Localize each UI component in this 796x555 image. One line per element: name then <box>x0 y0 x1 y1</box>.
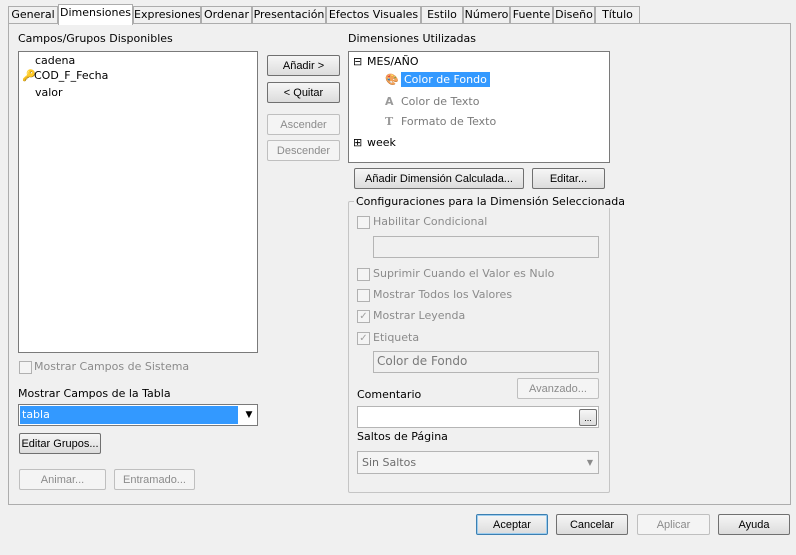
tree-item-label: Formato de Texto <box>401 115 497 128</box>
list-item[interactable]: cadena <box>35 54 75 67</box>
tree-item-label: MES/AÑO <box>367 55 419 68</box>
available-fields-list[interactable]: cadena 🔑COD_F_Fecha valor <box>18 51 258 353</box>
text-format-icon: T <box>385 115 394 128</box>
tree-item-label: week <box>367 136 396 149</box>
tree-item-color-fondo[interactable]: 🎨 Color de Fondo <box>385 72 490 91</box>
chevron-down-icon: ▼ <box>245 410 253 420</box>
tab-estilo[interactable]: Estilo <box>421 6 463 24</box>
tab-diseno[interactable]: Diseño <box>553 6 595 24</box>
tree-item-label: Color de Texto <box>401 95 480 108</box>
show-table-fields-label: Mostrar Campos de la Tabla <box>18 387 171 400</box>
show-system-fields-checkbox[interactable] <box>19 361 32 374</box>
table-select[interactable]: tabla ▼ <box>18 404 258 426</box>
label-field[interactable]: Color de Fondo <box>373 351 599 373</box>
text-color-icon: A <box>385 95 394 108</box>
tree-item-label: Color de Fondo <box>401 72 490 87</box>
table-select-value: tabla <box>20 406 238 424</box>
list-item[interactable]: valor <box>35 86 63 99</box>
move-up-button[interactable]: Ascender <box>267 114 340 135</box>
tree-item-formato-texto[interactable]: T Formato de Texto <box>385 115 496 128</box>
enable-conditional-checkbox[interactable] <box>357 216 370 229</box>
conditional-field[interactable] <box>373 236 599 258</box>
tab-presentacion[interactable]: Presentación <box>252 6 326 24</box>
edit-groups-button[interactable]: Editar Grupos... <box>19 433 101 454</box>
tab-dimensiones[interactable]: Dimensiones <box>58 4 133 25</box>
dimension-settings-title: Configuraciones para la Dimensión Selecc… <box>354 195 627 208</box>
used-dimensions-label: Dimensiones Utilizadas <box>348 32 476 45</box>
label-checkbox[interactable]: ✓ <box>357 332 370 345</box>
tree-item-mes-ano[interactable]: ⊟ MES/AÑO <box>353 55 419 68</box>
advanced-button[interactable]: Avanzado... <box>517 378 599 399</box>
list-item-key[interactable]: 🔑COD_F_Fecha <box>22 69 108 82</box>
help-button[interactable]: Ayuda <box>718 514 790 535</box>
cancel-button[interactable]: Cancelar <box>556 514 628 535</box>
edit-button[interactable]: Editar... <box>532 168 605 189</box>
label-label: Etiqueta <box>373 331 420 344</box>
tab-numero[interactable]: Número <box>463 6 510 24</box>
tab-expresiones[interactable]: Expresiones <box>133 6 201 24</box>
show-legend-label: Mostrar Leyenda <box>373 309 466 322</box>
trellis-button[interactable]: Entramado... <box>114 469 195 490</box>
animate-button[interactable]: Animar... <box>19 469 106 490</box>
page-breaks-select[interactable]: Sin Saltos ▼ <box>357 451 599 474</box>
tab-fuente[interactable]: Fuente <box>510 6 553 24</box>
tab-efectos-visuales[interactable]: Efectos Visuales <box>326 6 421 24</box>
expand-icon[interactable]: ⊞ <box>353 136 367 149</box>
move-down-button[interactable]: Descender <box>267 140 340 161</box>
tab-titulo[interactable]: Título <box>595 6 640 24</box>
tree-item-color-texto[interactable]: A Color de Texto <box>385 95 479 108</box>
remove-button[interactable]: < Quitar <box>267 82 340 103</box>
palette-icon: 🎨 <box>385 73 399 86</box>
tab-ordenar[interactable]: Ordenar <box>201 6 252 24</box>
suppress-null-label: Suprimir Cuando el Valor es Nulo <box>373 267 555 280</box>
accept-button[interactable]: Aceptar <box>476 514 548 535</box>
add-calculated-dimension-button[interactable]: Añadir Dimensión Calculada... <box>354 168 524 189</box>
collapse-icon[interactable]: ⊟ <box>353 55 367 68</box>
page-breaks-value: Sin Saltos <box>362 456 417 469</box>
tree-item-week[interactable]: ⊞ week <box>353 136 396 149</box>
comment-field[interactable] <box>357 406 599 428</box>
chevron-down-icon: ▼ <box>586 458 594 467</box>
show-system-fields-label: Mostrar Campos de Sistema <box>34 360 190 373</box>
available-fields-label: Campos/Grupos Disponibles <box>18 32 173 45</box>
key-icon: 🔑 <box>22 69 36 82</box>
add-button[interactable]: Añadir > <box>267 55 340 76</box>
list-item-label: COD_F_Fecha <box>34 69 109 82</box>
enable-conditional-label: Habilitar Condicional <box>373 215 488 228</box>
suppress-null-checkbox[interactable] <box>357 268 370 281</box>
apply-button[interactable]: Aplicar <box>637 514 710 535</box>
show-all-values-checkbox[interactable] <box>357 289 370 302</box>
show-all-values-label: Mostrar Todos los Valores <box>373 288 513 301</box>
used-dimensions-tree[interactable]: ⊟ MES/AÑO 🎨 Color de Fondo A Color de Texto… <box>348 51 610 163</box>
comment-label: Comentario <box>357 388 422 401</box>
tab-general[interactable]: General <box>8 6 58 24</box>
show-legend-checkbox[interactable]: ✓ <box>357 310 370 323</box>
page-breaks-label: Saltos de Página <box>357 430 448 443</box>
comment-expand-button[interactable]: ... <box>579 409 597 426</box>
